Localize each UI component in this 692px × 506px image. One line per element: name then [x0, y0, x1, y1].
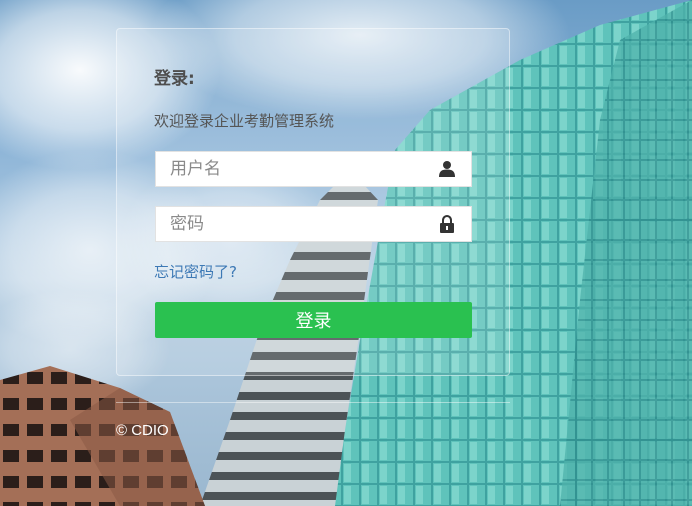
password-field[interactable]	[155, 206, 472, 242]
username-input[interactable]	[156, 152, 437, 186]
copyright-text: © CDIO	[116, 422, 169, 439]
password-input[interactable]	[156, 207, 437, 241]
footer-divider	[116, 402, 510, 403]
username-field[interactable]	[155, 151, 472, 187]
login-button[interactable]: 登录	[155, 302, 472, 338]
login-title: 登录:	[154, 69, 195, 89]
login-subtitle: 欢迎登录企业考勤管理系统	[154, 112, 335, 130]
user-icon	[437, 159, 457, 179]
lock-icon	[437, 214, 457, 234]
forgot-password-link[interactable]: 忘记密码了?	[154, 261, 237, 282]
